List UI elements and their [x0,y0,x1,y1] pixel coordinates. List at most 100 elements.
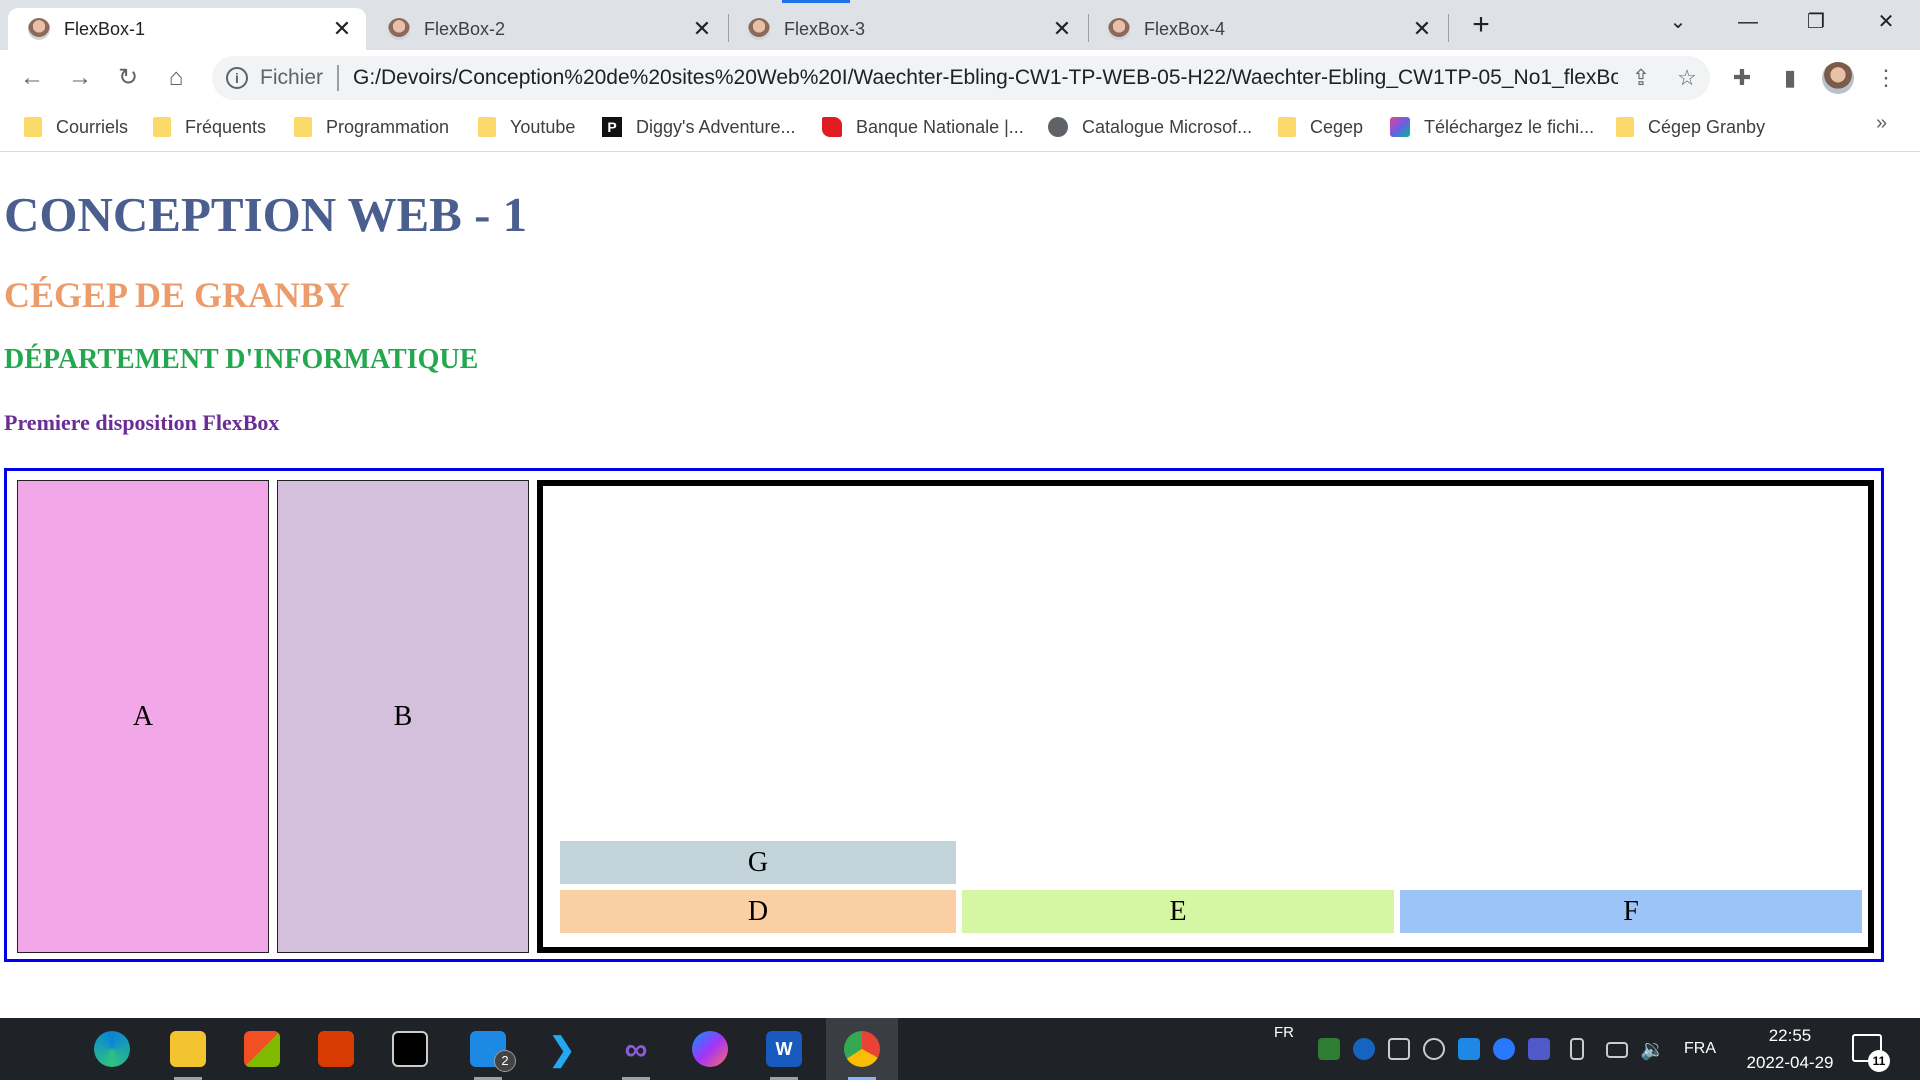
tab-loading-indicator [782,0,850,3]
clock-time: 22:55 [1768,1026,1812,1045]
language-indicator[interactable]: FRA [1684,1018,1716,1080]
tab-favicon-icon [1108,18,1130,40]
bookmark-label: Téléchargez le fichi... [1424,116,1595,137]
taskbar-store[interactable] [226,1018,298,1080]
taskbar-file-explorer[interactable] [152,1018,224,1080]
bookmark-star-icon[interactable]: ☆ [1664,65,1710,91]
input-language-short[interactable]: FR [1274,1022,1294,1042]
menu-kebab-icon[interactable]: ⋮ [1866,60,1906,96]
sync-icon[interactable] [1353,1038,1375,1060]
tab-title: FlexBox-4 [1144,18,1226,39]
url-text[interactable]: G:/Devoirs/Conception%20de%20sites%20Web… [353,66,1618,90]
bookmark-label: Catalogue Microsof... [1082,116,1253,137]
box-e: E [962,890,1394,933]
bookmark-cegep-granby[interactable]: Cégep Granby [1616,112,1765,142]
bookmark-label: Diggy's Adventure... [636,116,796,137]
box-b: B [277,480,529,953]
minimize-button[interactable]: — [1720,0,1776,44]
back-button[interactable]: ← [12,60,52,96]
page-content: CONCEPTION WEB - 1 CÉGEP DE GRANBY DÉPAR… [0,152,1920,1018]
taskbar-messenger[interactable] [674,1018,746,1080]
notification-count-badge: 11 [1868,1050,1890,1072]
network-app-icon[interactable] [1458,1038,1480,1060]
diggy-icon: P [602,117,622,137]
tab-flexbox-4[interactable]: FlexBox-4 ✕ [1088,8,1446,50]
messenger-icon [692,1031,728,1067]
taskbar-visual-studio[interactable]: ∞ [600,1018,672,1080]
address-bar[interactable]: i Fichier G:/Devoirs/Conception%20de%20s… [212,56,1710,100]
extensions-icon[interactable]: ✚ [1722,60,1762,96]
tab-favicon-icon [748,18,770,40]
bookmark-frequents[interactable]: Fréquents [153,112,266,142]
close-window-button[interactable]: ✕ [1858,0,1914,44]
taskbar-word[interactable]: W [748,1018,820,1080]
location-icon[interactable] [1423,1038,1445,1060]
teams-icon[interactable] [1528,1038,1550,1060]
tab-title: FlexBox-2 [424,18,506,39]
layout-heading: Premiere disposition FlexBox [4,410,280,435]
taskbar-vscode[interactable]: ❯ [526,1018,598,1080]
college-heading: CÉGEP DE GRANBY [4,275,351,315]
messenger-tray-icon[interactable] [1493,1038,1515,1060]
site-info-icon[interactable]: i [226,67,248,89]
clock[interactable]: 22:55 2022-04-29 [1740,1022,1840,1076]
side-panel-icon[interactable]: ▮ [1770,60,1810,96]
taskbar-edge[interactable] [76,1018,148,1080]
taskbar-office[interactable] [300,1018,372,1080]
tab-close-icon[interactable]: ✕ [1410,16,1434,42]
restore-button[interactable]: ❐ [1788,0,1844,44]
bookmark-telechargez[interactable]: Téléchargez le fichi... [1390,112,1594,142]
bookmark-programmation[interactable]: Programmation [294,112,449,142]
visual-studio-icon: ∞ [624,1030,648,1067]
bookmarks-overflow-button[interactable]: » [1876,112,1887,135]
bookmark-youtube[interactable]: Youtube [478,112,575,142]
new-tab-button[interactable]: + [1464,8,1498,42]
share-icon[interactable]: ⇪ [1618,65,1664,91]
reload-button[interactable]: ↻ [108,60,148,96]
address-divider [337,65,340,91]
home-button[interactable]: ⌂ [156,60,196,96]
bookmark-diggys-adventure[interactable]: P Diggy's Adventure... [602,112,796,142]
download-site-icon [1390,117,1410,137]
volume-icon[interactable]: 🔉 [1640,1018,1665,1080]
tab-close-icon[interactable]: ✕ [690,16,714,42]
word-icon: W [766,1031,802,1067]
box-f: F [1400,890,1862,933]
meet-now-icon[interactable] [1388,1038,1410,1060]
vscode-icon: ❯ [548,1031,576,1067]
profile-avatar[interactable] [1822,62,1854,94]
tab-flexbox-2[interactable]: FlexBox-2 ✕ [368,8,726,50]
bookmark-catalogue-microsoft[interactable]: Catalogue Microsof... [1048,112,1252,142]
bookmark-banque-nationale[interactable]: Banque Nationale |... [822,112,1024,142]
tab-flexbox-1[interactable]: FlexBox-1 ✕ [8,8,366,50]
bookmark-label: Cegep [1310,116,1364,137]
tab-favicon-icon [388,18,410,40]
taskbar-task-view[interactable]: 2 [452,1018,524,1080]
network-icon[interactable] [1606,1042,1628,1058]
folder-icon [24,117,42,137]
folder-icon [1278,117,1296,137]
bookmark-courriels[interactable]: Courriels [24,112,128,142]
tab-search-icon[interactable]: ⌄ [1650,0,1706,44]
tab-close-icon[interactable]: ✕ [330,16,354,42]
taskbar-terminal[interactable] [374,1018,446,1080]
window-count-badge: 2 [494,1050,516,1072]
folder-icon [153,117,171,137]
tab-flexbox-3[interactable]: FlexBox-3 ✕ [728,8,1086,50]
taskbar-chrome[interactable] [826,1018,898,1080]
folder-icon [1616,117,1634,137]
forward-button[interactable]: → [60,60,100,96]
usb-icon[interactable] [1570,1038,1584,1060]
edge-icon [94,1031,130,1067]
clock-date: 2022-04-29 [1746,1053,1834,1072]
tab-favicon-icon [28,18,50,40]
chrome-icon [844,1031,880,1067]
bookmark-label: Youtube [510,116,576,137]
start-button[interactable] [0,1018,72,1080]
bookmark-cegep[interactable]: Cegep [1278,112,1363,142]
box-c-container: G D E F [537,480,1874,953]
bookmark-label: Banque Nationale |... [856,116,1024,137]
bookmark-label: Programmation [326,116,450,137]
security-shield-icon[interactable] [1318,1038,1340,1060]
tab-close-icon[interactable]: ✕ [1050,16,1074,42]
